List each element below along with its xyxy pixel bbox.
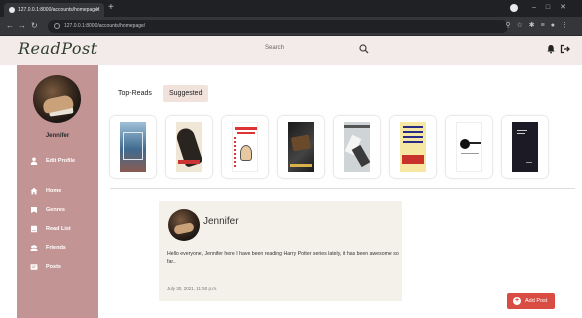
sidebar-item-friends[interactable]: Friends (30, 243, 66, 253)
browser-tab-title: 127.0.0.1:8000/accounts/homepage/ (18, 7, 100, 13)
app-header: ReadPost Search (0, 36, 582, 65)
book-card[interactable] (502, 116, 548, 178)
book-card[interactable] (222, 116, 268, 178)
post-author-avatar[interactable] (168, 209, 200, 241)
home-icon (30, 187, 38, 195)
book-card[interactable] (166, 116, 212, 178)
section-divider (110, 188, 575, 189)
tab-top-reads[interactable]: Top-Reads (112, 85, 158, 102)
close-tab-icon[interactable]: ✕ (95, 3, 100, 17)
post-author-name[interactable]: Jennifer (203, 216, 239, 227)
back-icon[interactable]: ← (6, 20, 14, 32)
favicon-icon (9, 7, 15, 13)
post-timestamp: July 30, 2021, 11:50 p.m. (167, 286, 218, 291)
browser-tab[interactable]: 127.0.0.1:8000/accounts/homepage/ ✕ (4, 3, 104, 17)
sidebar: Jennifer Edit Profile Home Genres Read L… (17, 65, 98, 318)
app-logo[interactable]: ReadPost (18, 39, 98, 58)
book-card[interactable] (446, 116, 492, 178)
edit-profile-link[interactable]: Edit Profile (30, 156, 75, 166)
sidebar-item-label: Friends (46, 245, 66, 251)
new-tab-icon[interactable]: + (108, 2, 114, 14)
sidebar-user-name: Jennifer (45, 133, 70, 139)
site-info-icon[interactable] (54, 23, 60, 29)
sidebar-item-label: Read List (46, 226, 71, 232)
search-input[interactable]: Search (265, 45, 284, 51)
book-card[interactable] (278, 116, 324, 178)
genres-icon (31, 207, 37, 213)
address-bar[interactable]: 127.0.0.1:8000/accounts/homepage/ (48, 20, 508, 33)
readlist-icon (31, 225, 37, 233)
logout-icon[interactable] (560, 44, 570, 54)
book-cover (512, 122, 538, 172)
book-cover (344, 122, 370, 172)
sidebar-item-label: Home (46, 188, 62, 194)
add-post-label: Add Post (525, 298, 548, 304)
avatar[interactable] (33, 75, 81, 123)
sidebar-item-label: Genres (46, 207, 65, 213)
address-bar-url: 127.0.0.1:8000/accounts/homepage/ (64, 23, 146, 29)
notification-bell-icon[interactable] (546, 44, 556, 54)
add-post-button[interactable]: + Add Post (507, 293, 555, 309)
plus-icon: + (513, 297, 521, 305)
sidebar-item-label: Posts (46, 264, 61, 270)
book-card[interactable] (390, 116, 436, 178)
browser-toolbar: ← → ↻ 127.0.0.1:8000/accounts/homepage/ … (0, 17, 582, 36)
browser-window: 127.0.0.1:8000/accounts/homepage/ ✕ + –□… (0, 0, 582, 318)
tab-suggested[interactable]: Suggested (163, 85, 209, 102)
book-cover (176, 122, 202, 172)
browser-extension-icons[interactable]: ⚲☆✱≡●⋮ (505, 20, 574, 32)
user-icon (30, 157, 38, 165)
post-card: Jennifer Hello everyone, Jennifer here I… (159, 201, 402, 301)
book-cover (120, 122, 146, 172)
edit-profile-label: Edit Profile (46, 158, 76, 164)
book-cover (456, 122, 482, 172)
friends-icon (30, 245, 38, 251)
forward-icon[interactable]: → (18, 20, 26, 32)
book-cover (232, 122, 258, 172)
sidebar-item-read-list[interactable]: Read List (30, 224, 71, 234)
sidebar-item-posts[interactable]: Posts (30, 262, 61, 272)
browser-tab-strip: 127.0.0.1:8000/accounts/homepage/ ✕ + –□… (0, 0, 582, 17)
book-cover (400, 122, 426, 172)
window-controls[interactable]: –□✕ (532, 2, 576, 14)
sidebar-item-home[interactable]: Home (30, 186, 61, 196)
sidebar-item-genres[interactable]: Genres (30, 205, 65, 215)
book-card[interactable] (334, 116, 380, 178)
book-carousel (110, 116, 550, 178)
book-card[interactable] (110, 116, 156, 178)
posts-icon (30, 264, 38, 270)
browser-profile-icon[interactable] (510, 4, 518, 12)
search-icon[interactable] (359, 44, 369, 54)
book-cover (288, 122, 314, 172)
post-body: Hello everyone, Jennifer here I have bee… (167, 251, 399, 265)
reload-icon[interactable]: ↻ (31, 20, 38, 32)
